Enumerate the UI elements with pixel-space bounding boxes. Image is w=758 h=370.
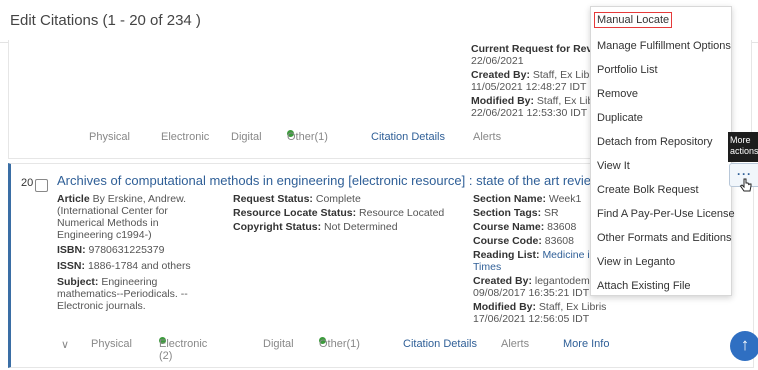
menu-item-attach-file[interactable]: Attach Existing File <box>597 280 691 292</box>
modified-date: 22/06/2021 12:53:30 IDT <box>471 107 588 119</box>
created-date: 11/05/2021 12:48:27 IDT <box>471 81 587 93</box>
subject-value-1: Engineering <box>101 276 158 288</box>
citation-title[interactable]: Archives of computational methods in eng… <box>57 173 611 188</box>
modified-by-label: Modified By: <box>471 95 534 107</box>
current-request-label: Current Request for Review <box>471 43 610 55</box>
copyright-label: Copyright Status: <box>233 221 322 233</box>
publisher-line-2: Numerical Methods in <box>57 217 159 229</box>
tab-more-info[interactable]: More Info <box>563 338 609 350</box>
current-request-date: 22/06/2021 <box>471 55 524 67</box>
created-date-2: 09/08/2017 16:35:21 IDT <box>473 287 590 299</box>
scroll-top-button[interactable]: ↑ <box>730 331 758 361</box>
menu-item-view-it[interactable]: View It <box>597 160 630 172</box>
reading-list-label: Reading List: <box>473 249 540 261</box>
subject-value-2: mathematics--Periodicals. -- <box>57 288 188 300</box>
isbn-value: 9780631225379 <box>88 244 165 256</box>
tab-other-label-2: Other(1) <box>319 338 360 350</box>
tooltip-line-1: More <box>730 135 751 145</box>
page-title: Edit Citations (1 - 20 of 234 ) <box>10 12 201 29</box>
section-tags-label: Section Tags: <box>473 207 542 219</box>
modified-by-label-2: Modified By: <box>473 301 536 313</box>
modified-by-value-2: Staff, Ex Libris <box>538 301 607 313</box>
section-name-label: Section Name: <box>473 193 546 205</box>
course-code-value: 83608 <box>544 235 574 247</box>
isbn-label: ISBN: <box>57 244 86 256</box>
tab-other-label: Other(1) <box>287 131 328 143</box>
menu-item-find-pay-per-use[interactable]: Find A Pay-Per-Use License <box>597 208 735 220</box>
hand-cursor-icon <box>739 178 752 192</box>
modified-date-2: 17/06/2021 12:56:05 IDT <box>473 313 590 325</box>
tab-physical[interactable]: Physical <box>89 131 130 143</box>
created-by-label-2: Created By: <box>473 275 532 287</box>
subject-label: Subject: <box>57 276 99 288</box>
publisher-line-1: (International Center for <box>57 205 168 217</box>
arrow-up-icon: ↑ <box>740 335 750 354</box>
menu-item-manage-fulfillment[interactable]: Manage Fulfillment Options <box>597 40 731 52</box>
menu-item-other-formats[interactable]: Other Formats and Editions <box>597 232 732 244</box>
subject-value-3: Electronic journals. <box>57 300 146 312</box>
course-name-value: 83608 <box>547 221 577 233</box>
section-name-value: Week1 <box>548 193 582 205</box>
menu-item-view-in-leganto[interactable]: View in Leganto <box>597 256 675 268</box>
menu-item-detach-repository[interactable]: Detach from Repository <box>597 136 713 148</box>
tab-alerts-2[interactable]: Alerts <box>501 338 529 350</box>
resource-locate-value: Resource Located <box>359 207 445 219</box>
course-code-label: Course Code: <box>473 235 542 247</box>
tooltip-line-2: actions <box>730 146 758 156</box>
request-status-value: Complete <box>315 193 361 205</box>
more-actions-menu: Manual Locate Manage Fulfillment Options… <box>590 6 735 296</box>
tab-digital-2[interactable]: Digital <box>263 338 294 350</box>
tab-electronic-label: Electronic (2) <box>159 338 208 362</box>
more-actions-button[interactable]: ··· <box>729 163 758 192</box>
menu-item-create-bolk-request[interactable]: Create Bolk Request <box>597 184 699 196</box>
tab-physical-2[interactable]: Physical <box>91 338 132 350</box>
menu-item-portfolio-list[interactable]: Portfolio List <box>597 64 658 76</box>
request-status-label: Request Status: <box>233 193 313 205</box>
issn-label: ISSN: <box>57 260 86 272</box>
row-checkbox[interactable] <box>35 179 48 192</box>
copyright-value: Not Determined <box>324 221 398 233</box>
menu-item-remove[interactable]: Remove <box>597 88 638 100</box>
tab-electronic[interactable]: Electronic <box>161 131 209 143</box>
section-tags-value: SR <box>544 207 559 219</box>
reading-list-link-cont[interactable]: Times <box>473 261 501 273</box>
resource-locate-label: Resource Locate Status: <box>233 207 357 219</box>
publisher-line-3: Engineering c1994-) <box>57 229 152 241</box>
row-number: 20 <box>21 177 34 189</box>
tab-alerts[interactable]: Alerts <box>473 131 501 143</box>
menu-item-duplicate[interactable]: Duplicate <box>597 112 643 124</box>
tab-citation-details-2[interactable]: Citation Details <box>403 338 477 350</box>
tab-digital[interactable]: Digital <box>231 131 262 143</box>
more-actions-tooltip: More actions <box>728 132 758 162</box>
expand-chevron-icon[interactable]: ∨ <box>61 338 69 351</box>
article-label: Article <box>57 193 90 205</box>
course-name-label: Course Name: <box>473 221 545 233</box>
created-by-label: Created By: <box>471 69 530 81</box>
menu-item-manual-locate[interactable]: Manual Locate <box>594 12 673 28</box>
issn-value: 1886-1784 and others <box>87 260 191 272</box>
tab-citation-details[interactable]: Citation Details <box>371 131 445 143</box>
article-by: By Erskine, Andrew. <box>92 193 186 205</box>
